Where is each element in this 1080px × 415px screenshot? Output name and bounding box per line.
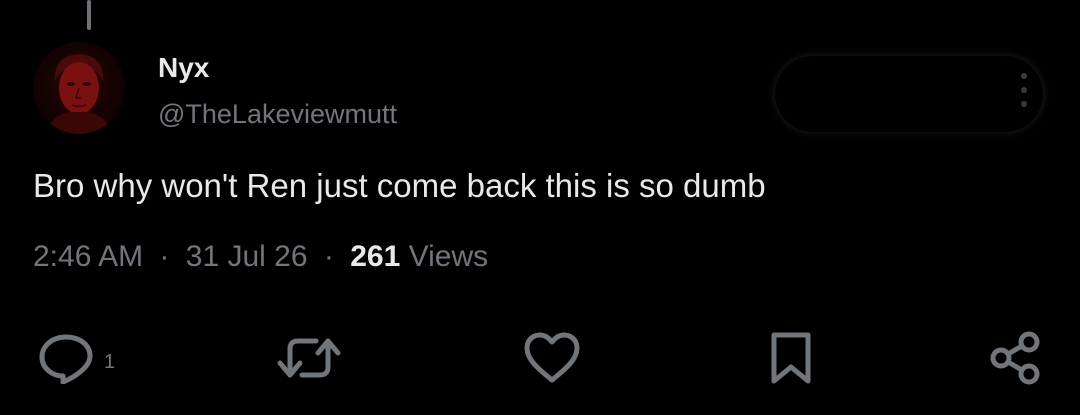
bookmark-button[interactable]: [766, 330, 816, 386]
retweet-icon: [277, 338, 341, 378]
avatar-image: [45, 54, 113, 134]
redacted-region: [775, 56, 1043, 132]
views-count[interactable]: 261: [350, 240, 400, 273]
tweet-text: Bro why won't Ren just come back this is…: [33, 167, 766, 204]
avatar[interactable]: [33, 42, 125, 134]
retweet-button[interactable]: [276, 330, 342, 386]
more-options-icon[interactable]: [1016, 70, 1032, 110]
thread-connector-line: [87, 0, 91, 30]
author-handle[interactable]: @TheLakeviewmutt: [158, 99, 397, 130]
meta-separator: ·: [159, 240, 170, 273]
heart-icon: [524, 332, 580, 383]
views-label[interactable]: Views: [409, 240, 488, 273]
tweet-meta: 2:46 AM · 31 Jul 26 · 261 Views: [33, 240, 488, 274]
bookmark-icon: [771, 332, 811, 384]
reply-icon: [39, 334, 93, 384]
tweet-date[interactable]: 31 Jul 26: [186, 240, 308, 273]
tweet-time[interactable]: 2:46 AM: [33, 240, 143, 273]
like-button[interactable]: [523, 330, 581, 386]
reply-button[interactable]: 1: [38, 330, 115, 386]
author-name[interactable]: Nyx: [158, 52, 209, 84]
share-icon: [990, 331, 1040, 385]
share-button[interactable]: [988, 330, 1044, 386]
meta-separator: ·: [323, 240, 334, 273]
reply-count: 1: [104, 350, 116, 373]
